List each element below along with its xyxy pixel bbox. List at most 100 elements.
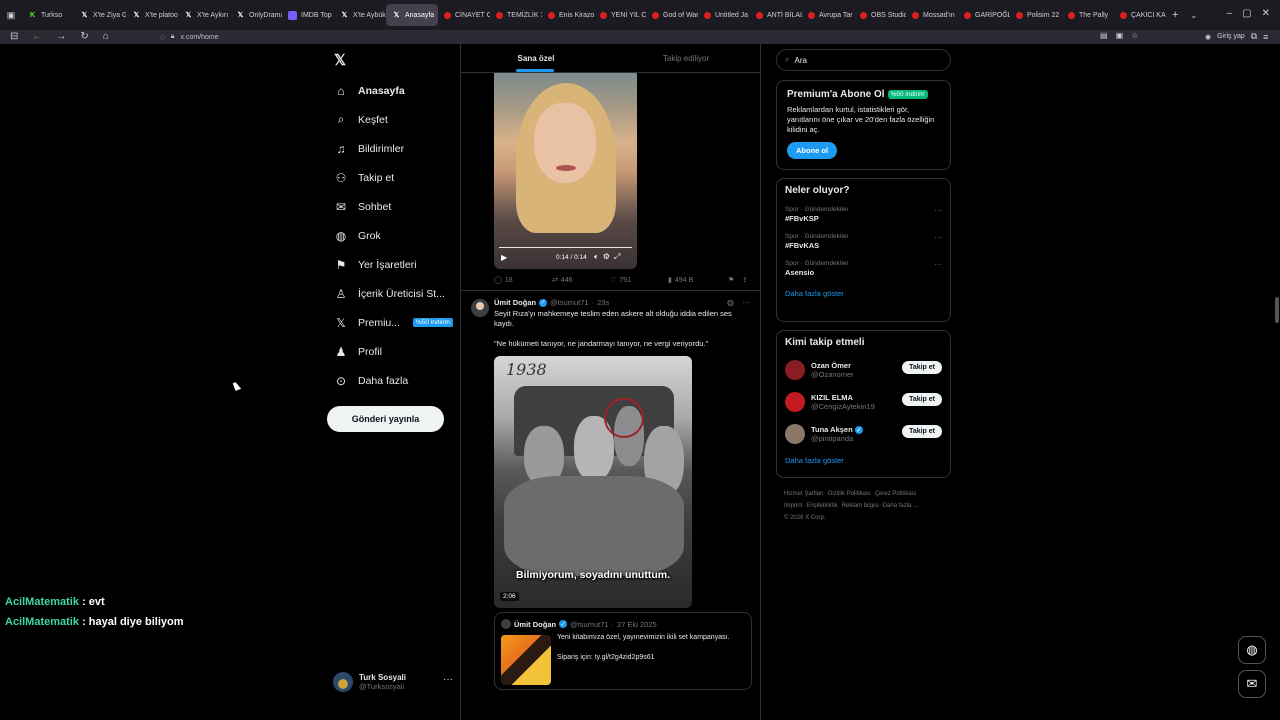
suggested-account[interactable]: Ozan Ömer @Ozanomer Takip et xyxy=(785,354,942,386)
suggested-account[interactable]: Tuna Akşen ✓ @pintipanda Takip et xyxy=(785,418,942,450)
browser-tab[interactable]: YENİ YIL C xyxy=(594,4,646,26)
nav-item-grok[interactable]: ◍ Grok xyxy=(326,221,456,250)
footer-link[interactable]: Çerez Politikası xyxy=(875,491,917,497)
menu-icon[interactable]: ≡ xyxy=(1263,32,1268,42)
footer-link[interactable]: Erişilebilirlik xyxy=(806,503,837,509)
tab-overview-icon[interactable]: ▣ xyxy=(0,10,22,21)
extensions-icon[interactable]: ⧉ xyxy=(1251,31,1257,42)
footer-link[interactable]: Hizmet Şartları xyxy=(784,491,824,497)
trends-show-more[interactable]: Daha fazla göster xyxy=(785,289,942,298)
like-action[interactable]: ♡ 791 xyxy=(610,276,668,285)
scrollbar[interactable] xyxy=(1275,297,1279,323)
account-switcher[interactable]: Turk Sosyali @Turksosyali ··· xyxy=(333,670,453,694)
video-player[interactable]: ▶ 0:14 / 0:14 🔈︎⚙⤢ xyxy=(494,73,637,269)
trend-item[interactable]: Spor · Gündemdekiler #FBvKSP ··· xyxy=(785,206,942,223)
more-dots-icon[interactable]: ··· xyxy=(934,233,942,242)
new-tab-icon[interactable]: + xyxy=(1172,9,1178,21)
address-bar[interactable]: ◌ 🔒︎ x.com/home xyxy=(160,30,219,44)
sidebar-toggle-icon[interactable]: ⊟ xyxy=(10,31,18,42)
tab-for-you[interactable]: Sana özel xyxy=(461,44,611,72)
browser-tab[interactable]: 𝕏 X'te Aybük xyxy=(334,4,386,26)
browser-tab[interactable]: ANTİ BİLAL xyxy=(750,4,802,26)
browser-tab[interactable]: God of War xyxy=(646,4,698,26)
suggested-account[interactable]: KIZIL ELMA @CengizAytekin19 Takip et xyxy=(785,386,942,418)
nav-item-home[interactable]: ⌂ Anasayfa xyxy=(326,76,456,105)
subscribe-button[interactable]: Abone ol xyxy=(787,142,838,159)
browser-tab[interactable]: TEMİZLİK 3 xyxy=(490,4,542,26)
footer-link[interactable]: © 2026 X Corp. xyxy=(784,515,825,521)
browser-tab[interactable]: CİNAYET O xyxy=(438,4,490,26)
nav-item-mail[interactable]: ✉ Sohbet xyxy=(326,192,456,221)
browser-tab[interactable]: Avrupa Tar xyxy=(802,4,854,26)
follow-button[interactable]: Takip et xyxy=(902,361,942,374)
browser-tab[interactable]: ÇAKICI KA xyxy=(1114,4,1166,26)
views-action[interactable]: ▮ 494 B xyxy=(668,276,728,285)
browser-tab[interactable]: Untitled Ja xyxy=(698,4,750,26)
messages-float-button[interactable]: ✉ xyxy=(1238,670,1266,698)
bookmark-icon[interactable]: ⚑ xyxy=(728,276,742,284)
more-dots-icon[interactable]: ··· xyxy=(742,298,750,307)
tweet-time[interactable]: 23s xyxy=(597,298,609,307)
account-icon[interactable]: ◉ xyxy=(1205,33,1211,41)
bookmark-star-icon[interactable]: ☆ xyxy=(1131,31,1138,40)
screenshot-icon[interactable]: ▣ xyxy=(1116,31,1124,40)
share-icon[interactable]: ⇪ xyxy=(742,276,748,284)
play-icon[interactable]: ▶ xyxy=(501,253,507,262)
nav-item-more-circle[interactable]: ⊙ Daha fazla xyxy=(326,366,456,395)
browser-tab[interactable]: Mossad'ın xyxy=(906,4,958,26)
reload-icon[interactable]: ↻ xyxy=(80,31,88,42)
post-button[interactable]: Gönderi yayınla xyxy=(327,406,444,432)
more-dots-icon[interactable]: ··· xyxy=(934,206,942,215)
nav-item-bell[interactable]: ♫ Bildirimler xyxy=(326,134,456,163)
grok-float-button[interactable]: ◍ xyxy=(1238,636,1266,664)
more-dots-icon[interactable]: ··· xyxy=(934,260,942,269)
author-name[interactable]: Ümit Doğan xyxy=(494,298,536,307)
search-input[interactable]: ⌕ Ara xyxy=(776,49,951,71)
shield-icon[interactable]: ◌ xyxy=(160,33,165,42)
browser-tab[interactable]: Enis Kirazo xyxy=(542,4,594,26)
follow-button[interactable]: Takip et xyxy=(902,393,942,406)
tab-following[interactable]: Takip ediliyor xyxy=(611,44,760,72)
browser-tab[interactable]: 𝕏 X'te platoo xyxy=(126,4,178,26)
trend-item[interactable]: Spor · Gündemdekiler Asensio ··· xyxy=(785,260,942,277)
close-window-icon[interactable]: ✕ xyxy=(1262,8,1270,19)
maximize-icon[interactable]: ▢ xyxy=(1242,8,1251,19)
forward-icon[interactable]: → xyxy=(56,31,66,42)
browser-tab[interactable]: OBS Studio xyxy=(854,4,906,26)
browser-tab[interactable]: 𝕏 X'te Ziya G xyxy=(74,4,126,26)
footer-link[interactable]: Imprint xyxy=(784,503,802,509)
author-handle[interactable]: @tsumut71 xyxy=(550,298,588,307)
follow-button[interactable]: Takip et xyxy=(902,425,942,438)
tweet-video[interactable]: 1938 Bilmiyorum, soyadını unuttum. 2:06 xyxy=(494,356,692,608)
trend-item[interactable]: Spor · Gündemdekiler #FBvKAS ··· xyxy=(785,233,942,250)
video-progress-bar[interactable] xyxy=(499,247,632,248)
nav-item-follow[interactable]: ⚇ Takip et xyxy=(326,163,456,192)
url-text[interactable]: x.com/home xyxy=(181,34,219,41)
nav-item-creator-studio[interactable]: ♙ İçerik Üreticisi St... xyxy=(326,279,456,308)
x-logo-icon[interactable]: 𝕏 xyxy=(326,44,456,76)
browser-tab[interactable]: 𝕏 X'te Aykırı xyxy=(178,4,230,26)
minimize-icon[interactable]: – xyxy=(1227,8,1233,19)
browser-tab[interactable]: 𝕏Anasayfa× xyxy=(386,4,438,26)
signin-label[interactable]: Giriş yap xyxy=(1217,33,1245,40)
avatar[interactable] xyxy=(471,299,489,317)
quoted-tweet[interactable]: Ümit Doğan ✓ @tsumut71 · 27 Eki 2025 Yen… xyxy=(494,612,752,690)
more-dots-icon[interactable]: ··· xyxy=(443,674,453,685)
nav-item-profile[interactable]: ♟ Profil xyxy=(326,337,456,366)
reply-action[interactable]: ◯ 18 xyxy=(494,276,552,285)
who-to-follow-show-more[interactable]: Daha fazla göster xyxy=(785,456,942,465)
nav-item-premium-x[interactable]: 𝕏 Premiu... %50 indirim xyxy=(326,308,456,337)
browser-tab[interactable]: IMDB Top xyxy=(282,4,334,26)
footer-link[interactable]: Reklam bilgisi xyxy=(842,503,879,509)
browser-tab[interactable]: The Pally xyxy=(1062,4,1114,26)
grok-icon[interactable]: ◍ xyxy=(727,298,734,307)
repost-action[interactable]: ⇄ 446 xyxy=(552,276,610,285)
home-browser-icon[interactable]: ⌂ xyxy=(103,31,109,42)
nav-item-bookmark[interactable]: ⚑ Yer İşaretleri xyxy=(326,250,456,279)
back-icon[interactable]: ← xyxy=(32,31,42,42)
browser-tab[interactable]: GARİPOĞL xyxy=(958,4,1010,26)
tab-list-chevron-icon[interactable]: ⌄ xyxy=(1190,11,1197,20)
video-control-icons[interactable]: 🔈︎⚙⤢ xyxy=(594,252,624,262)
browser-tab[interactable]: K Turkso xyxy=(22,4,74,26)
browser-tab[interactable]: 𝕏 OnlyDrama xyxy=(230,4,282,26)
